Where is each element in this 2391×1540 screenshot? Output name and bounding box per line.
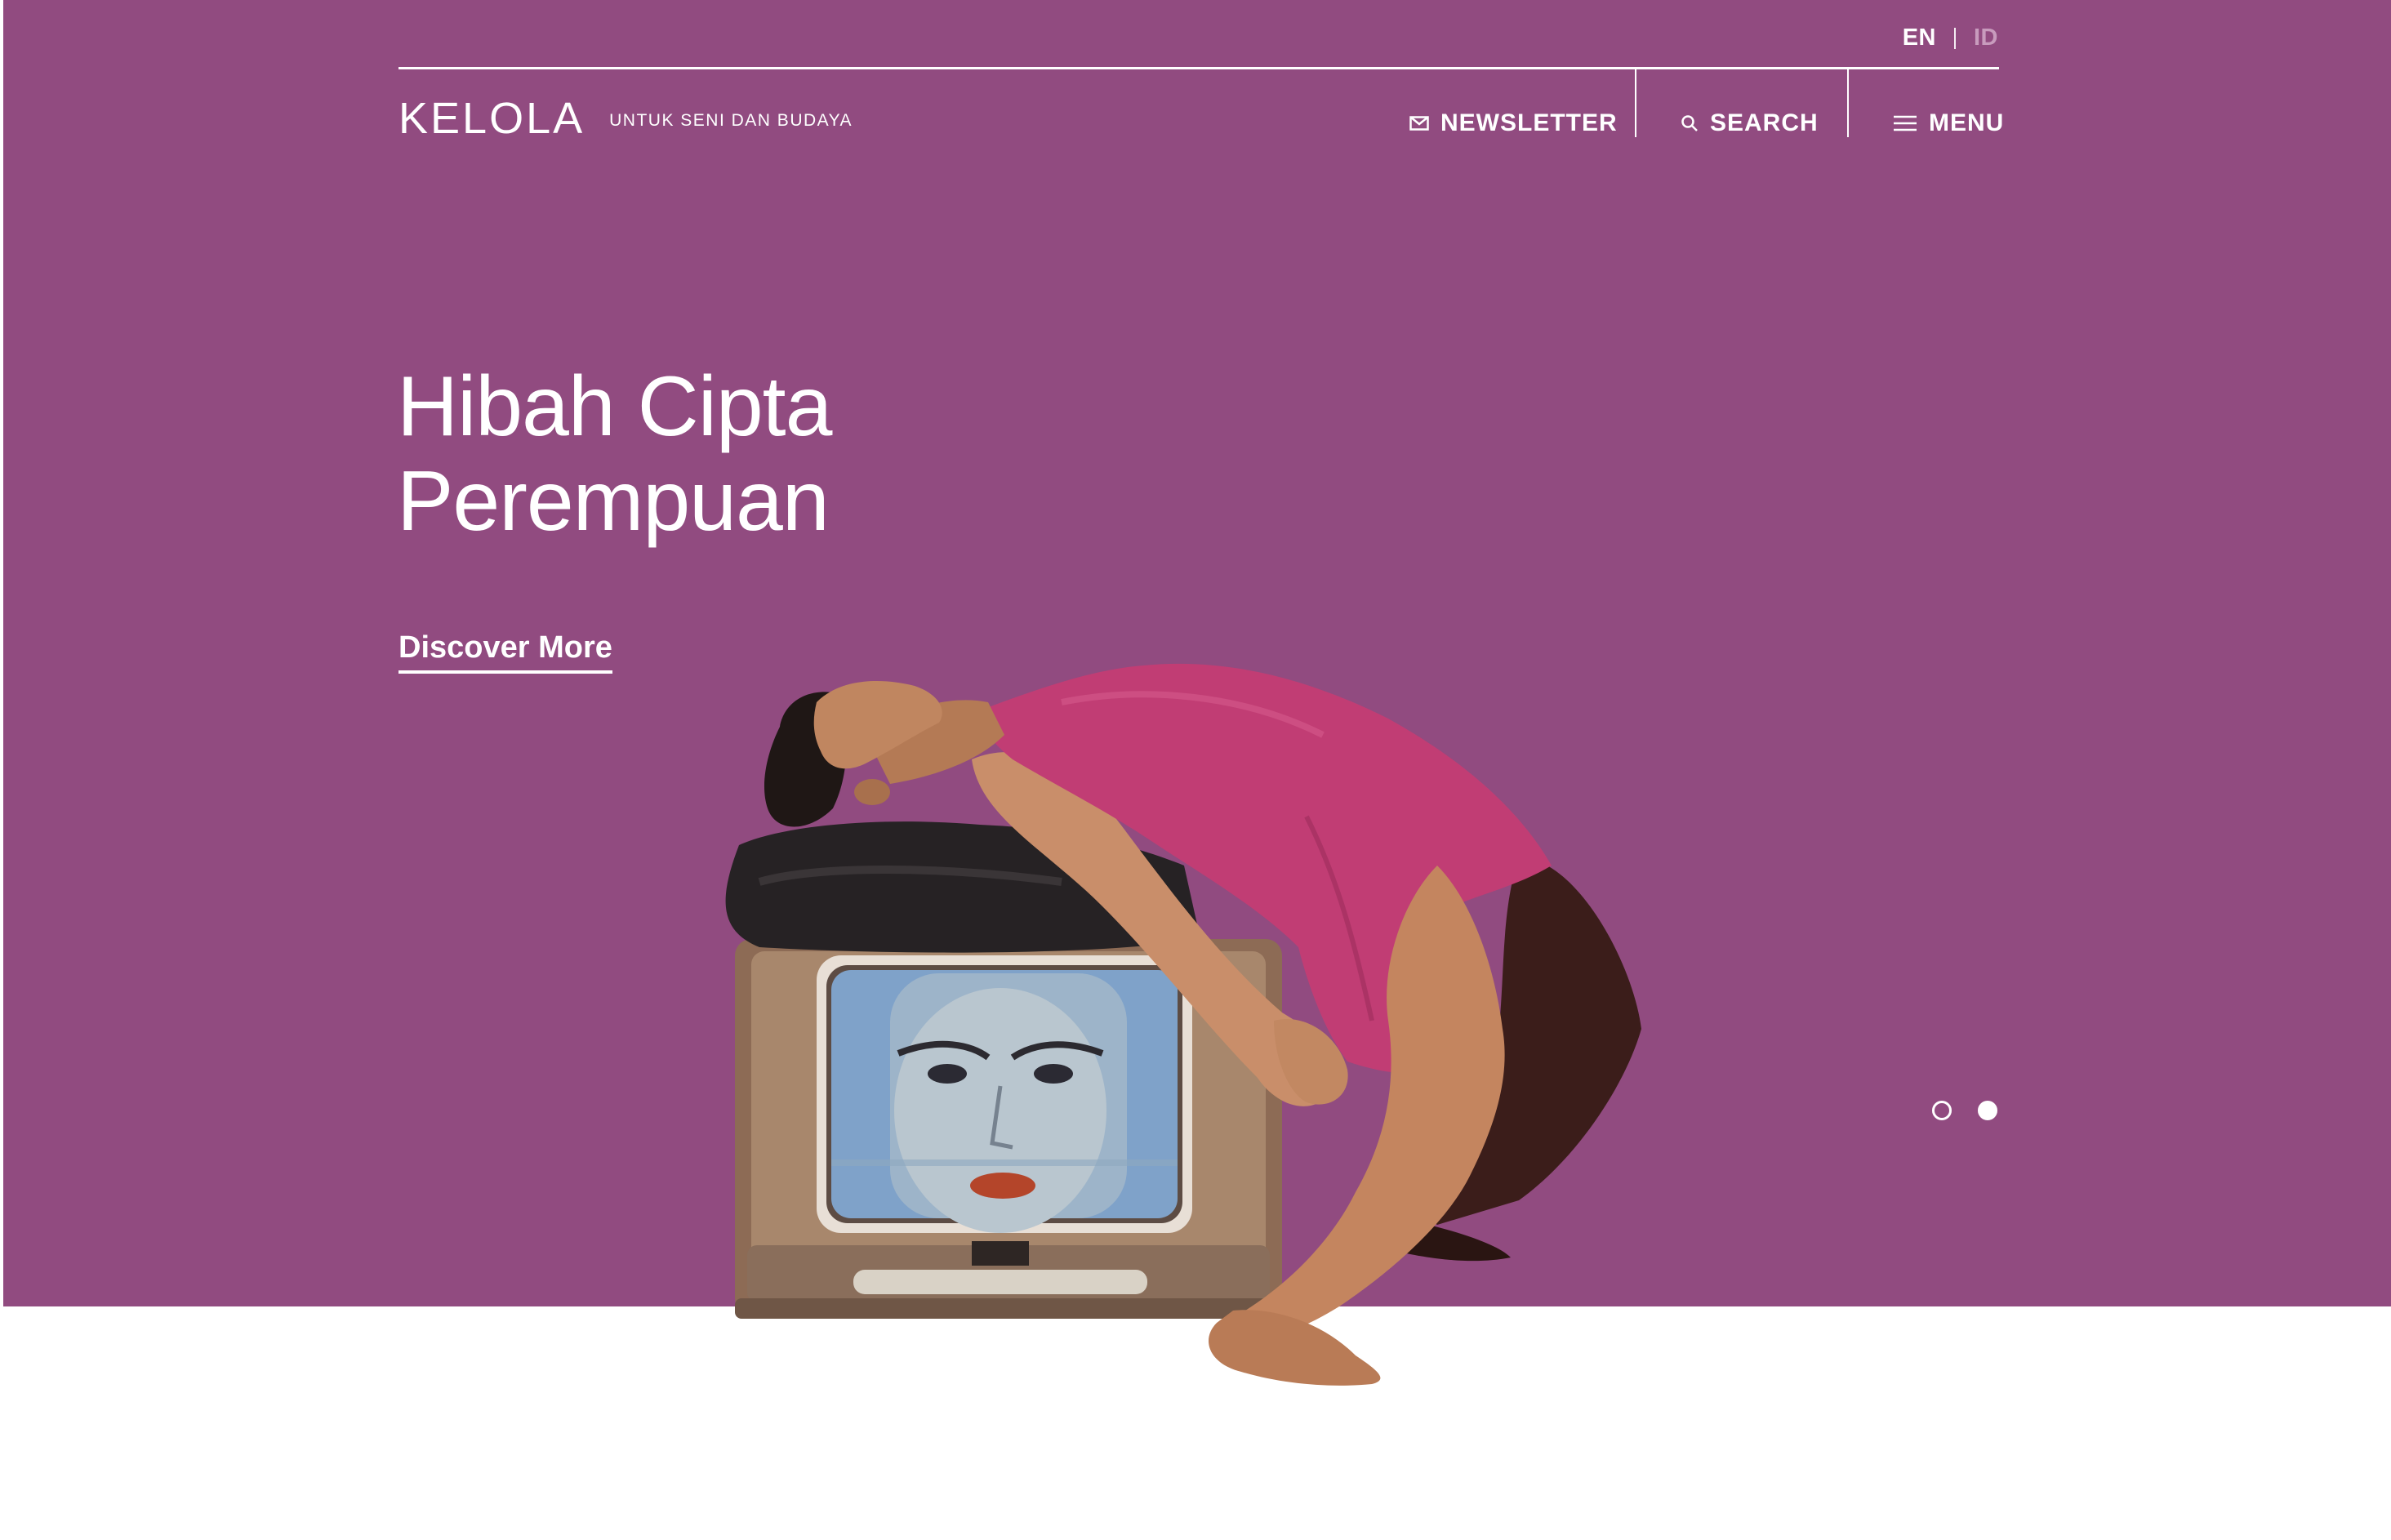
hero-title-line-2: Perempuan — [397, 454, 830, 549]
nav-divider — [1635, 69, 1636, 137]
search-button[interactable]: SEARCH — [1681, 109, 1819, 137]
header-divider — [398, 67, 1999, 69]
lang-separator — [1954, 27, 1956, 49]
newsletter-button[interactable]: NEWSLETTER — [1409, 109, 1618, 137]
hero-banner — [3, 0, 2391, 1306]
lang-id-link[interactable]: ID — [1974, 24, 1998, 51]
lang-en-link[interactable]: EN — [1903, 24, 1936, 51]
newsletter-label: NEWSLETTER — [1440, 109, 1618, 136]
slide-dot-2-active[interactable] — [1978, 1101, 1997, 1120]
envelope-icon — [1409, 116, 1429, 131]
search-label: SEARCH — [1710, 109, 1819, 136]
language-switch: EN ID — [1903, 24, 1998, 51]
hamburger-icon — [1893, 114, 1917, 132]
hero-title: Hibah Cipta Perempuan — [397, 359, 1132, 549]
menu-label: MENU — [1929, 109, 2005, 136]
logo-tagline: UNTUK SENI DAN BUDAYA — [609, 111, 853, 130]
magnifier-icon — [1681, 114, 1699, 132]
nav-divider — [1847, 69, 1849, 137]
site-logo[interactable]: KELOLA UNTUK SENI DAN BUDAYA — [398, 96, 853, 140]
slide-dot-1[interactable] — [1932, 1101, 1952, 1120]
slider-pagination — [1932, 1101, 1997, 1120]
logo-wordmark: KELOLA — [398, 94, 586, 143]
hero-title-line-1: Hibah Cipta — [397, 359, 832, 454]
page: EN ID KELOLA UNTUK SENI DAN BUDAYA NEWSL… — [0, 0, 2391, 1540]
performer-foot — [1209, 1310, 1381, 1386]
menu-button[interactable]: MENU — [1893, 109, 2004, 137]
discover-more-link[interactable]: Discover More — [398, 630, 612, 674]
